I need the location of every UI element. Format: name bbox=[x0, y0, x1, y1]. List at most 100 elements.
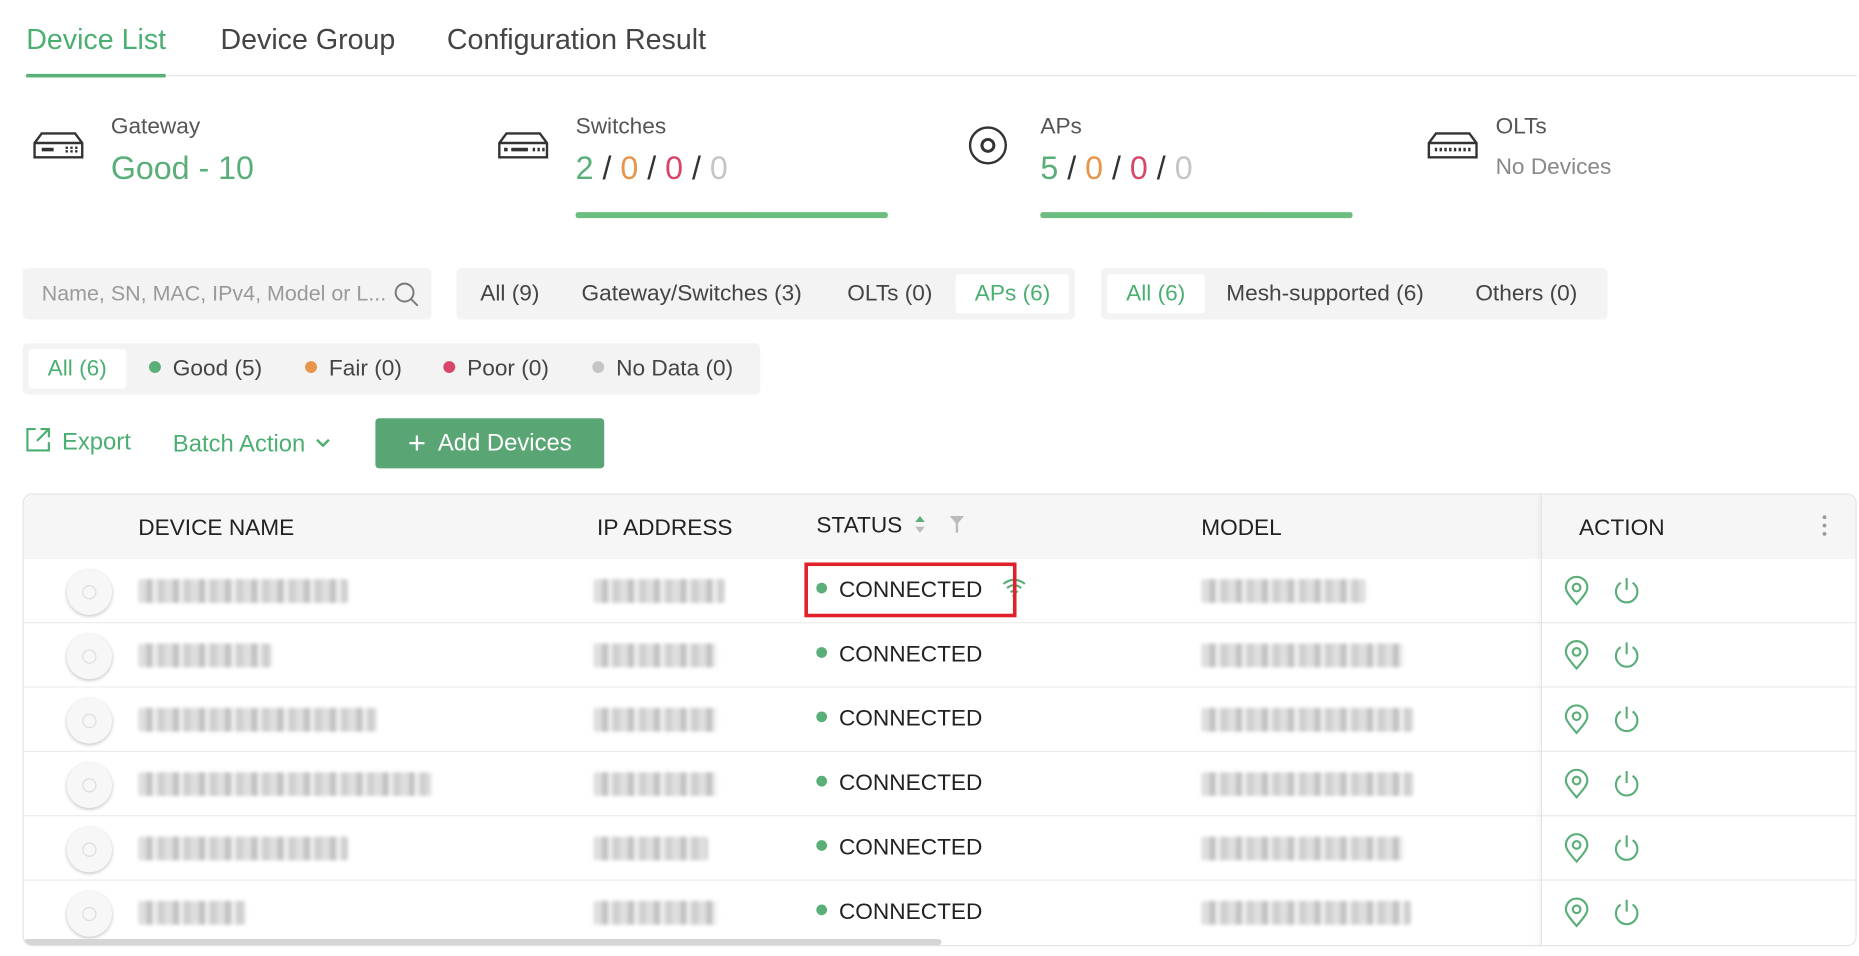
ip-address-redacted bbox=[593, 707, 718, 732]
aps-label: APs bbox=[1040, 114, 1082, 140]
status-cell: CONNECTED bbox=[816, 771, 982, 797]
device-summary: Gateway Good - 10 Switches 2 / 0 / 0 / 0 bbox=[0, 110, 1859, 229]
health-filter-good[interactable]: Good (5) bbox=[130, 349, 281, 388]
aps-card[interactable]: APs 5 / 0 / 0 / 0 bbox=[962, 110, 1391, 229]
power-icon[interactable] bbox=[1611, 769, 1642, 800]
locate-icon[interactable] bbox=[1561, 704, 1592, 735]
power-icon[interactable] bbox=[1611, 640, 1642, 671]
ip-address-redacted bbox=[593, 836, 708, 861]
access-point-avatar bbox=[66, 569, 113, 615]
access-point-avatar bbox=[66, 633, 113, 680]
health-filter-nodata[interactable]: No Data (0) bbox=[573, 349, 752, 388]
aps-good-count: 5 bbox=[1040, 150, 1059, 186]
highlight-box bbox=[804, 562, 1017, 618]
mesh-filter-all[interactable]: All (6) bbox=[1107, 274, 1205, 314]
access-point-avatar bbox=[66, 762, 113, 808]
connected-dot-icon bbox=[816, 712, 828, 723]
locate-icon[interactable] bbox=[1561, 768, 1592, 800]
device-table: DEVICE NAME IP ADDRESS STATUS MODEL CONN… bbox=[22, 493, 1857, 947]
gateway-card[interactable]: Gateway Good - 10 bbox=[32, 110, 461, 229]
action-column: ACTION bbox=[1540, 494, 1856, 946]
mesh-filter: All (6) Mesh-supported (6) Others (0) bbox=[1101, 268, 1608, 320]
status-cell: CONNECTED bbox=[816, 707, 982, 733]
status-cell: CONNECTED bbox=[816, 900, 982, 926]
column-settings-icon[interactable] bbox=[1821, 514, 1828, 538]
ip-address-redacted bbox=[593, 643, 718, 668]
device-name-redacted bbox=[138, 900, 246, 925]
aps-counts: 5 / 0 / 0 / 0 bbox=[1040, 150, 1193, 186]
tab-device-list[interactable]: Device List bbox=[26, 24, 167, 78]
tab-device-group[interactable]: Device Group bbox=[220, 24, 395, 74]
connected-dot-icon bbox=[816, 776, 828, 788]
olts-value: No Devices bbox=[1495, 154, 1612, 180]
sort-icon[interactable] bbox=[913, 514, 927, 535]
switch-icon bbox=[498, 132, 549, 159]
export-button[interactable]: Export bbox=[24, 427, 131, 458]
column-ip-address[interactable]: IP ADDRESS bbox=[597, 516, 733, 542]
switches-fair-count: 0 bbox=[620, 150, 639, 186]
device-name-redacted bbox=[138, 707, 377, 732]
action-cell bbox=[1542, 752, 1856, 817]
olts-label: OLTs bbox=[1495, 114, 1547, 140]
action-cell bbox=[1542, 881, 1855, 945]
column-action: ACTION bbox=[1579, 516, 1665, 542]
power-icon[interactable] bbox=[1611, 833, 1642, 864]
device-name-redacted bbox=[138, 836, 348, 861]
type-filter-gateway-switches[interactable]: Gateway/Switches (3) bbox=[562, 274, 820, 313]
power-icon[interactable] bbox=[1611, 897, 1642, 928]
column-status[interactable]: STATUS bbox=[816, 514, 965, 540]
connected-dot-icon bbox=[816, 905, 828, 916]
model-redacted bbox=[1201, 579, 1366, 604]
action-cell bbox=[1542, 688, 1856, 752]
type-filter-aps[interactable]: APs (6) bbox=[955, 274, 1070, 314]
health-filter-fair[interactable]: Fair (0) bbox=[286, 349, 421, 388]
action-cell bbox=[1542, 559, 1856, 624]
switches-label: Switches bbox=[575, 114, 667, 140]
mesh-filter-mesh-supported[interactable]: Mesh-supported (6) bbox=[1207, 274, 1443, 313]
olts-card[interactable]: OLTs No Devices bbox=[1426, 110, 1855, 229]
filter-icon[interactable] bbox=[948, 514, 965, 535]
aps-nodata-count: 0 bbox=[1174, 150, 1193, 186]
chevron-down-icon bbox=[316, 438, 330, 448]
power-icon[interactable] bbox=[1611, 704, 1642, 735]
device-type-filter: All (9) Gateway/Switches (3) OLTs (0) AP… bbox=[456, 268, 1075, 320]
mesh-filter-others[interactable]: Others (0) bbox=[1456, 274, 1596, 313]
search-input[interactable] bbox=[41, 268, 388, 320]
locate-icon[interactable] bbox=[1561, 897, 1592, 928]
health-filter-poor[interactable]: Poor (0) bbox=[424, 349, 568, 388]
column-device-name[interactable]: DEVICE NAME bbox=[138, 516, 294, 542]
locate-icon[interactable] bbox=[1561, 833, 1592, 864]
fair-dot-icon bbox=[305, 361, 317, 373]
column-model[interactable]: MODEL bbox=[1201, 516, 1282, 542]
batch-action-dropdown[interactable]: Batch Action bbox=[173, 431, 332, 458]
connected-dot-icon bbox=[816, 647, 828, 659]
locate-icon[interactable] bbox=[1561, 640, 1592, 671]
action-cell bbox=[1542, 623, 1856, 688]
connected-dot-icon bbox=[816, 840, 828, 852]
switches-counts: 2 / 0 / 0 / 0 bbox=[575, 150, 728, 186]
access-point-icon bbox=[968, 126, 1007, 165]
switches-card[interactable]: Switches 2 / 0 / 0 / 0 bbox=[497, 110, 926, 229]
tab-bar: Device List Device Group Configuration R… bbox=[23, 0, 1857, 78]
horizontal-scrollbar[interactable] bbox=[23, 939, 942, 946]
model-redacted bbox=[1201, 707, 1414, 732]
power-icon[interactable] bbox=[1611, 576, 1642, 607]
locate-icon[interactable] bbox=[1561, 575, 1592, 607]
add-devices-button[interactable]: + Add Devices bbox=[375, 418, 605, 469]
tab-configuration-result[interactable]: Configuration Result bbox=[447, 24, 706, 74]
switches-poor-count: 0 bbox=[665, 150, 684, 186]
type-filter-all[interactable]: All (9) bbox=[461, 274, 558, 313]
aps-poor-count: 0 bbox=[1129, 150, 1148, 186]
aps-fair-count: 0 bbox=[1085, 150, 1104, 186]
health-filter: All (6) Good (5) Fair (0) Poor (0) No Da… bbox=[22, 343, 761, 395]
search-icon[interactable] bbox=[393, 281, 419, 307]
access-point-avatar bbox=[66, 827, 113, 873]
stage: Device List Device Group Configuration R… bbox=[0, 0, 1859, 956]
health-filter-all[interactable]: All (6) bbox=[28, 349, 126, 389]
type-filter-olts[interactable]: OLTs (0) bbox=[828, 274, 951, 313]
status-cell: CONNECTED bbox=[816, 835, 982, 861]
model-redacted bbox=[1201, 772, 1414, 797]
nodata-dot-icon bbox=[592, 361, 605, 373]
gateway-value: Good - 10 bbox=[110, 150, 254, 186]
aps-health-bar bbox=[1040, 212, 1353, 219]
